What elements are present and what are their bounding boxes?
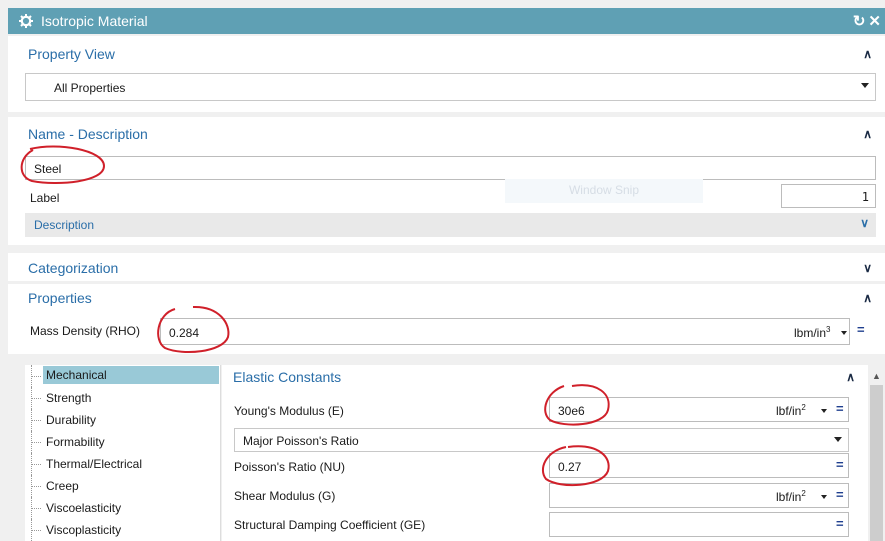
description-label: Description xyxy=(34,218,95,232)
name-input[interactable]: Steel xyxy=(25,156,876,180)
close-icon[interactable]: ✕ xyxy=(868,12,881,30)
property-view-dropdown[interactable]: All Properties xyxy=(25,73,876,101)
tree-connector xyxy=(31,398,41,399)
property-category-tree: Mechanical Strength Durability Formabili… xyxy=(25,365,221,541)
shear-modulus-label: Shear Modulus (G) xyxy=(234,489,336,503)
tree-item-formability[interactable]: Formability xyxy=(25,431,219,453)
label-value: 1 xyxy=(861,190,869,204)
tree-connector xyxy=(31,508,41,509)
window-title: Isotropic Material xyxy=(41,13,148,29)
properties-title[interactable]: Properties xyxy=(28,290,92,306)
tree-connector xyxy=(31,376,41,377)
tree-connector xyxy=(31,530,41,531)
mass-density-label: Mass Density (RHO) xyxy=(30,324,141,338)
formula-equals-icon[interactable]: = xyxy=(836,487,844,502)
tree-item-label: Viscoplasticity xyxy=(46,523,122,537)
tree-item-label: Formability xyxy=(46,435,105,449)
chevron-down-icon xyxy=(861,83,869,88)
tree-item-label: Thermal/Electrical xyxy=(46,457,143,471)
elastic-constants-title[interactable]: Elastic Constants xyxy=(233,369,341,385)
mass-density-input[interactable]: 0.284 xyxy=(160,318,850,345)
tree-item-label: Durability xyxy=(46,413,97,427)
tree-item-creep[interactable]: Creep xyxy=(25,475,219,497)
tree-item-durability[interactable]: Durability xyxy=(25,409,219,431)
tree-item-viscoelasticity[interactable]: Viscoelasticity xyxy=(25,497,219,519)
shear-modulus-unit[interactable]: lbf/in2 xyxy=(776,489,806,504)
tree-item-mechanical[interactable]: Mechanical xyxy=(25,365,219,387)
collapse-chevron-icon[interactable]: ∧ xyxy=(863,127,872,141)
tree-item-label: Strength xyxy=(46,391,92,405)
poisson-type-selected: Major Poisson's Ratio xyxy=(243,434,359,448)
vertical-scrollbar[interactable]: ▲ xyxy=(868,365,885,541)
unit-dropdown-icon[interactable] xyxy=(821,495,827,499)
annotation-circle xyxy=(157,305,230,354)
window-snip-watermark: Window Snip xyxy=(505,179,703,203)
property-view-selected: All Properties xyxy=(54,81,126,95)
collapse-chevron-icon[interactable]: ∧ xyxy=(846,370,855,384)
youngs-modulus-label: Young's Modulus (E) xyxy=(234,404,344,418)
tree-item-viscoplasticity[interactable]: Viscoplasticity xyxy=(25,519,219,541)
categorization-panel[interactable]: Categorization ∨ xyxy=(8,253,885,281)
formula-equals-icon[interactable]: = xyxy=(836,516,844,531)
title-bar: Isotropic Material ↻ ✕ xyxy=(8,8,885,34)
scrollbar-thumb[interactable] xyxy=(870,385,883,541)
scroll-up-icon[interactable]: ▲ xyxy=(872,371,881,381)
label-input[interactable]: 1 xyxy=(781,184,876,208)
description-toggle[interactable]: Description ∨ xyxy=(25,213,876,237)
unit-dropdown-icon[interactable] xyxy=(841,331,847,335)
reset-icon[interactable]: ↻ xyxy=(853,12,866,30)
tree-connector xyxy=(31,464,41,465)
tree-connector xyxy=(31,420,41,421)
annotation-circle xyxy=(20,145,106,184)
name-description-title[interactable]: Name - Description xyxy=(28,126,148,142)
annotation-circle xyxy=(544,384,610,426)
unit-dropdown-icon[interactable] xyxy=(821,409,827,413)
collapse-chevron-icon[interactable]: ∧ xyxy=(863,47,872,61)
categorization-title: Categorization xyxy=(28,260,119,276)
poissons-ratio-label: Poisson's Ratio (NU) xyxy=(234,460,345,474)
tree-item-label: Creep xyxy=(46,479,79,493)
damping-coefficient-label: Structural Damping Coefficient (GE) xyxy=(234,518,426,532)
formula-equals-icon[interactable]: = xyxy=(836,401,844,416)
tree-item-label: Viscoelasticity xyxy=(46,501,122,515)
property-view-title[interactable]: Property View xyxy=(28,46,115,62)
tree-connector xyxy=(31,486,41,487)
damping-coefficient-input[interactable] xyxy=(549,512,849,537)
chevron-down-icon xyxy=(834,437,842,442)
youngs-modulus-unit[interactable]: lbf/in2 xyxy=(776,403,806,418)
expand-chevron-icon[interactable]: ∨ xyxy=(863,261,872,275)
formula-equals-icon[interactable]: = xyxy=(836,457,844,472)
collapse-chevron-icon[interactable]: ∧ xyxy=(863,291,872,305)
annotation-circle xyxy=(541,445,610,487)
expand-chevron-icon: ∨ xyxy=(860,216,869,230)
formula-equals-icon[interactable]: = xyxy=(857,322,865,337)
tree-connector xyxy=(31,442,41,443)
tree-item-strength[interactable]: Strength xyxy=(25,387,219,409)
mass-density-unit[interactable]: lbm/in3 xyxy=(794,325,830,340)
label-text: Label xyxy=(30,191,60,205)
gear-icon[interactable] xyxy=(19,14,33,28)
tree-item-thermal-electrical[interactable]: Thermal/Electrical xyxy=(25,453,219,475)
tree-item-label: Mechanical xyxy=(43,366,219,384)
